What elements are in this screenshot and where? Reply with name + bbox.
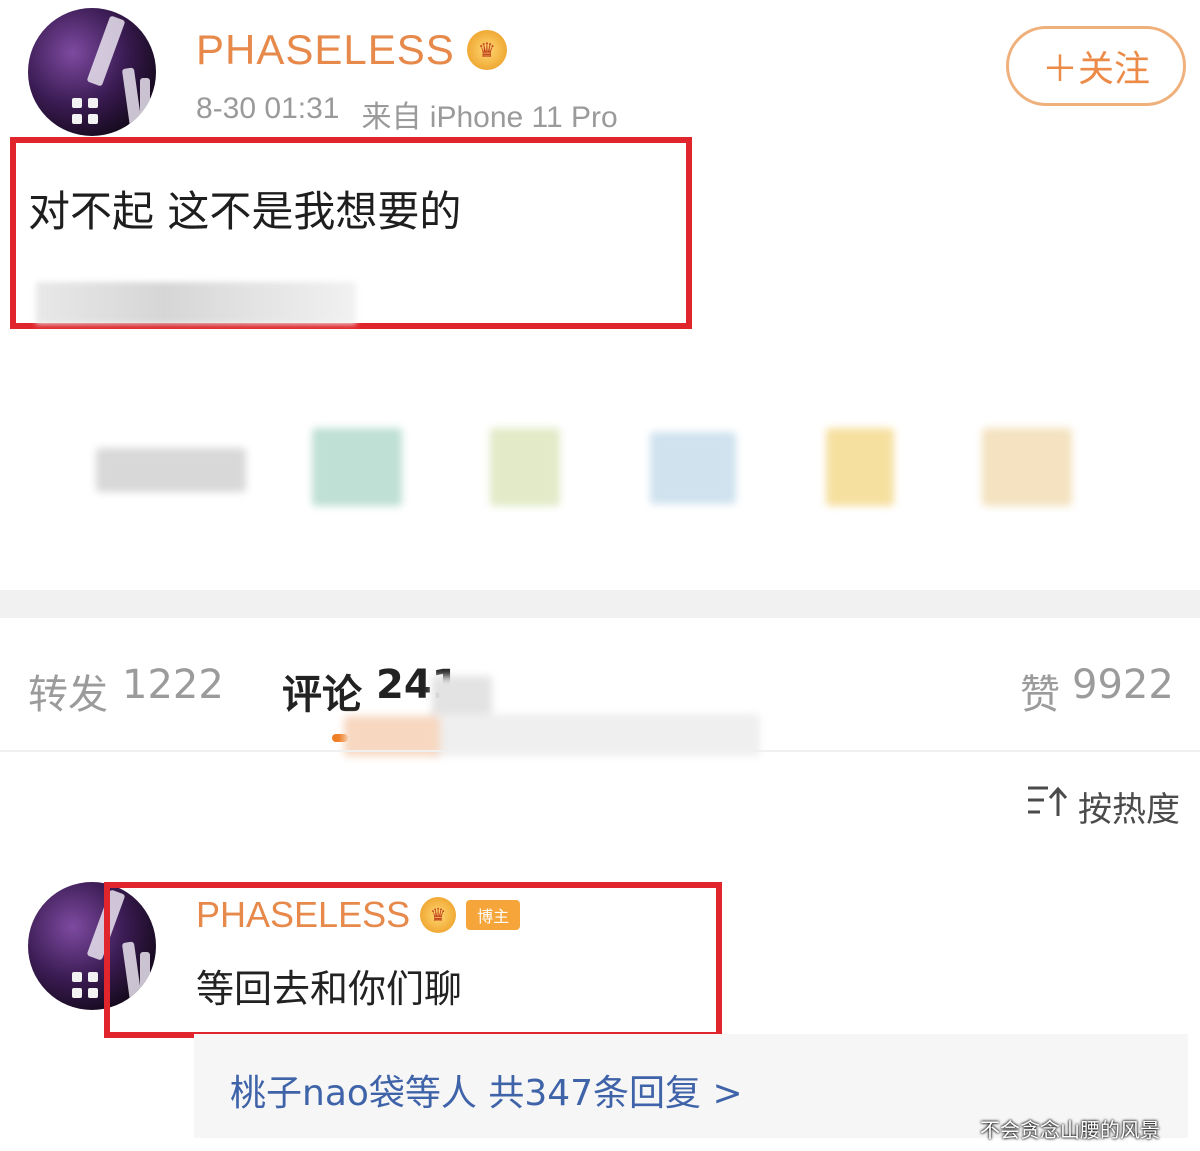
tab-repost-count: 1222 [122, 662, 224, 708]
tab-bar-border [0, 750, 1200, 752]
comment-username[interactable]: PHASELESS [196, 894, 410, 936]
watermark-text: 不会贪念山腰的风景 [980, 1118, 1160, 1142]
author-badge: 博主 [466, 900, 521, 930]
comment-author-row: PHASELESS ♛ 博主 [196, 894, 521, 936]
tab-comment-label: 评论 [282, 672, 362, 718]
blurred-content [36, 282, 356, 324]
vip-crown-icon: ♛ [420, 897, 457, 933]
blurred-icon [982, 428, 1072, 506]
blurred-icon [312, 428, 402, 506]
replies-link[interactable]: 桃子nao袋等人 共347条回复 > [230, 1064, 743, 1116]
tab-like[interactable]: 赞 9922 [1020, 662, 1174, 720]
post-source: 来自 iPhone 11 Pro [361, 101, 618, 134]
post-meta: 8-30 01:31 来自 iPhone 11 Pro [196, 92, 618, 136]
sort-icon [1026, 784, 1068, 829]
sort-label: 按热度 [1078, 790, 1180, 830]
section-divider [0, 590, 1200, 618]
blurred-icon [826, 428, 894, 506]
blurred-action-row [0, 420, 1200, 520]
tab-repost[interactable]: 转发 1222 [28, 662, 224, 720]
vip-crown-icon: ♛ [466, 30, 507, 70]
post-username[interactable]: PHASELESS [196, 26, 455, 74]
tab-like-label: 赞 [1020, 672, 1060, 718]
tab-repost-label: 转发 [28, 672, 108, 718]
follow-button[interactable]: ＋关注 [1006, 26, 1186, 106]
author-avatar[interactable] [28, 8, 156, 136]
blurred-icon [96, 448, 246, 492]
blurred-icon [650, 432, 736, 504]
post-author-row: PHASELESS ♛ [196, 26, 507, 74]
comment-text: 等回去和你们聊 [196, 967, 463, 1011]
tab-like-count: 9922 [1072, 662, 1174, 708]
blurred-icon [490, 428, 560, 506]
post-text: 对不起 这不是我想要的 [28, 187, 462, 236]
sort-by-heat[interactable]: 按热度 [1026, 782, 1180, 831]
post-timestamp: 8-30 01:31 [196, 92, 340, 125]
